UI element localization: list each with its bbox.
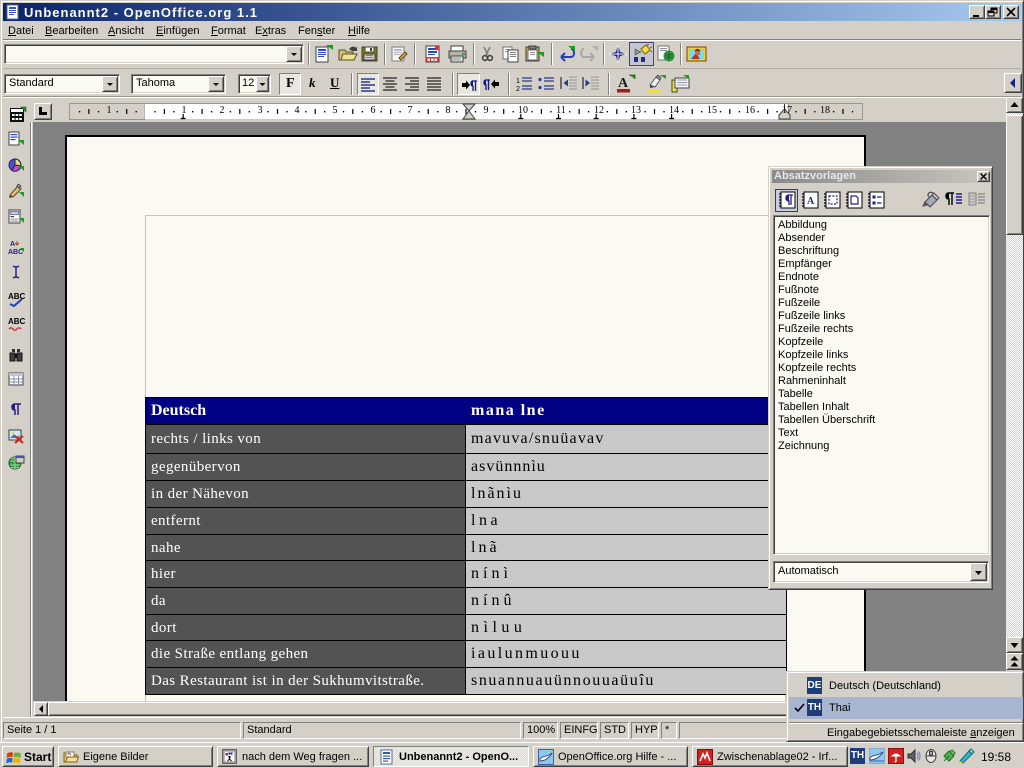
svg-text:ABC: ABC [8, 317, 25, 326]
svg-text:1: 1 [516, 78, 520, 85]
svg-text:ABC: ABC [8, 249, 23, 255]
svg-text:A: A [807, 196, 815, 207]
svg-text:2: 2 [516, 86, 520, 92]
svg-text:A: A [618, 76, 629, 91]
svg-text:A: A [10, 241, 15, 248]
